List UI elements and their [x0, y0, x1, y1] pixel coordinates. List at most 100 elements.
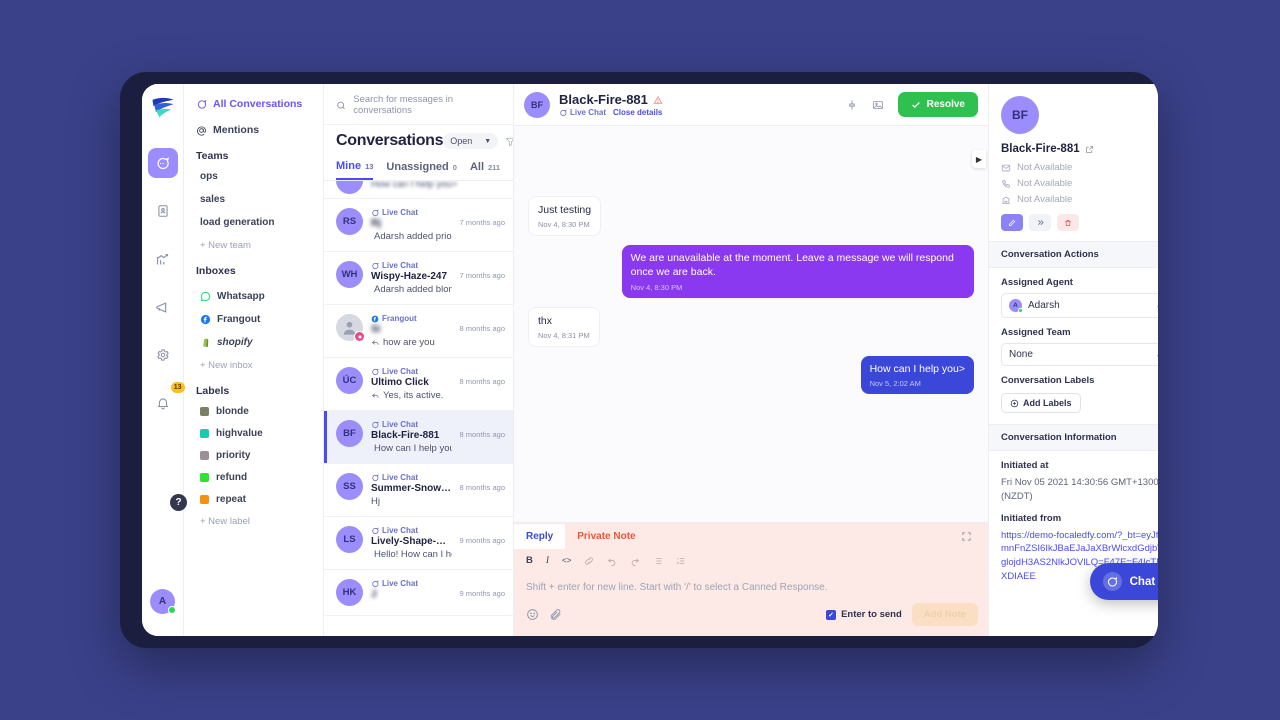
preview-text: Adarsh added blonde: [374, 284, 452, 295]
search-input[interactable]: Search for messages in conversations: [324, 84, 513, 125]
sidebar-item-team-load-generation[interactable]: load generation: [200, 217, 313, 228]
sidebar-item-inbox-whatsapp[interactable]: Whatsapp: [200, 291, 313, 302]
sidebar-item-label-highvalue[interactable]: highvalue: [200, 428, 313, 439]
sidebar-item-inbox-frangout[interactable]: Frangout: [200, 314, 313, 325]
list-item-time: 9 months ago: [459, 589, 505, 598]
sidebar-item-label: Mentions: [213, 124, 260, 136]
list-item[interactable]: WH Live Chat Wispy-Haze-247 Adarsh added bl…: [324, 252, 513, 305]
filter-icon[interactable]: [505, 136, 513, 147]
close-details-button[interactable]: Close details: [613, 108, 662, 117]
new-inbox-button[interactable]: + New inbox: [200, 360, 313, 371]
live-chat-icon: [372, 474, 379, 481]
sidebar-item-team-ops[interactable]: ops: [200, 171, 313, 182]
notification-badge: 13: [170, 382, 185, 393]
conversation-list-scroll[interactable]: How can I help you> RS Live Chat Rj Adarsh …: [324, 181, 513, 636]
chat-widget-bubble[interactable]: Chat with us: [1089, 563, 1158, 600]
add-note-button[interactable]: Add Note: [911, 603, 978, 626]
collapse-right-icon[interactable]: ▶: [972, 150, 986, 168]
list-item-preview: Hello! How can I help you today?: [371, 549, 452, 560]
list-item[interactable]: How can I help you>: [324, 181, 513, 199]
sidebar-item-inbox-shopify[interactable]: shopify: [200, 337, 313, 348]
tab-private-note[interactable]: Private Note: [565, 524, 647, 549]
sidebar-item-label-priority[interactable]: priority: [200, 450, 313, 461]
rail-item-contacts[interactable]: [148, 196, 178, 226]
secondary-sidebar: All Conversations Mentions Teams ops sal…: [184, 84, 324, 636]
channel-badge: Live Chat: [371, 473, 452, 482]
code-icon[interactable]: <>: [562, 556, 571, 565]
assigned-agent-dropdown[interactable]: A Adarsh ⌄: [1001, 293, 1158, 318]
label-color-chip: [200, 473, 209, 482]
search-placeholder: Search for messages in conversations: [353, 94, 454, 116]
sidebar-item-all-conversations[interactable]: All Conversations: [196, 98, 313, 110]
attachment-icon[interactable]: [549, 608, 562, 621]
pencil-icon: [1008, 219, 1016, 226]
chart-icon: [156, 253, 169, 264]
editor-toolbar: B I <>: [514, 549, 988, 572]
sidebar-item-label-refund[interactable]: refund: [200, 472, 313, 483]
list-item[interactable]: SS Live ChatSummer-Snow-263 Hj 8 months ago: [324, 464, 513, 517]
bold-icon[interactable]: B: [526, 555, 533, 566]
undo-icon[interactable]: [607, 556, 617, 566]
redo-icon[interactable]: [630, 556, 640, 566]
sidebar-item-mentions[interactable]: Mentions: [196, 124, 313, 136]
list-item-preview: Adarsh added blonde: [371, 284, 452, 295]
help-icon[interactable]: ?: [170, 494, 187, 511]
sidebar-item-label-repeat[interactable]: repeat: [200, 494, 313, 505]
avatar-initial: A: [158, 596, 167, 607]
resolve-button[interactable]: Resolve: [897, 92, 978, 117]
contact-book-icon: [157, 205, 168, 217]
rail-item-settings[interactable]: [148, 340, 178, 370]
merge-contact-button[interactable]: [1029, 214, 1051, 231]
enter-to-send-checkbox[interactable]: ✓ Enter to send: [826, 609, 902, 620]
assigned-team-dropdown[interactable]: None ⌄: [1001, 343, 1158, 366]
emoji-icon[interactable]: [526, 608, 539, 621]
list-item[interactable]: BF Live Chat Black-Fire-881 How can I help …: [324, 411, 513, 464]
facebook-icon: [371, 315, 379, 322]
tab-unassigned[interactable]: Unassigned 0: [386, 161, 457, 179]
conversation-title-row: Black-Fire-881: [559, 92, 663, 107]
list-item[interactable]: ÚC Live Chat Último Click Yes, its active. 8…: [324, 358, 513, 411]
live-chat-icon: [372, 421, 379, 428]
tab-all[interactable]: All 211: [470, 161, 500, 179]
preview-text: Adarsh added priority: [374, 231, 452, 242]
status-filter-dropdown[interactable]: Open ▼: [443, 133, 499, 149]
tab-mine[interactable]: Mine 13: [336, 160, 374, 180]
label-text: priority: [216, 450, 251, 461]
expand-icon[interactable]: [961, 531, 978, 542]
new-team-button[interactable]: + New team: [200, 240, 313, 251]
list-item[interactable]: Frangout Si how are you 8 months ago: [324, 305, 513, 358]
new-label-button[interactable]: + New label: [200, 516, 313, 527]
bullet-list-icon[interactable]: [653, 556, 663, 566]
external-link-icon[interactable]: [1085, 145, 1094, 154]
link-icon[interactable]: [584, 556, 594, 566]
pin-icon[interactable]: [846, 99, 858, 111]
rail-item-conversations[interactable]: [147, 148, 178, 178]
delete-contact-button[interactable]: [1057, 214, 1079, 231]
message-text: How can I help you>: [869, 363, 965, 376]
shopify-icon: [203, 338, 209, 347]
list-item-title: Si: [371, 324, 381, 335]
numbered-list-icon[interactable]: [676, 556, 686, 566]
list-item[interactable]: RS Live ChatRj Adarsh added priority 7 mont…: [324, 199, 513, 252]
italic-icon[interactable]: I: [546, 556, 549, 566]
company-icon: [1002, 196, 1010, 204]
sidebar-item-label-blonde[interactable]: blonde: [200, 406, 313, 417]
device-frame: 13 ? A All Conversations Mentions Teams …: [120, 72, 1158, 648]
reply-textarea[interactable]: Shift + enter for new line. Start with '…: [514, 572, 988, 593]
list-item[interactable]: LS Live Chat Lively-Shape-649 Hello! How ca…: [324, 517, 513, 570]
conversation-actions-body: Assigned Agent A Adarsh ⌄ Assigned Team …: [989, 268, 1158, 413]
list-item-title: Black-Fire-881: [371, 430, 440, 441]
rail-item-campaigns[interactable]: [148, 292, 178, 322]
sidebar-item-team-sales[interactable]: sales: [200, 194, 313, 205]
search-icon: [337, 101, 345, 109]
check-icon: [911, 101, 920, 108]
edit-contact-button[interactable]: [1001, 214, 1023, 231]
tab-reply[interactable]: Reply: [514, 523, 566, 549]
list-item[interactable]: HK Live Chat J 9 months ago: [324, 570, 513, 616]
avatar[interactable]: A: [150, 589, 176, 614]
mute-icon[interactable]: [872, 99, 884, 111]
rail-item-reports[interactable]: [148, 244, 178, 274]
add-labels-button[interactable]: Add Labels: [1001, 393, 1081, 413]
rail-item-notifications[interactable]: 13: [148, 382, 185, 418]
message-thread[interactable]: ▶ Just testing Nov 4, 8:30 PM We are unava…: [514, 126, 988, 522]
